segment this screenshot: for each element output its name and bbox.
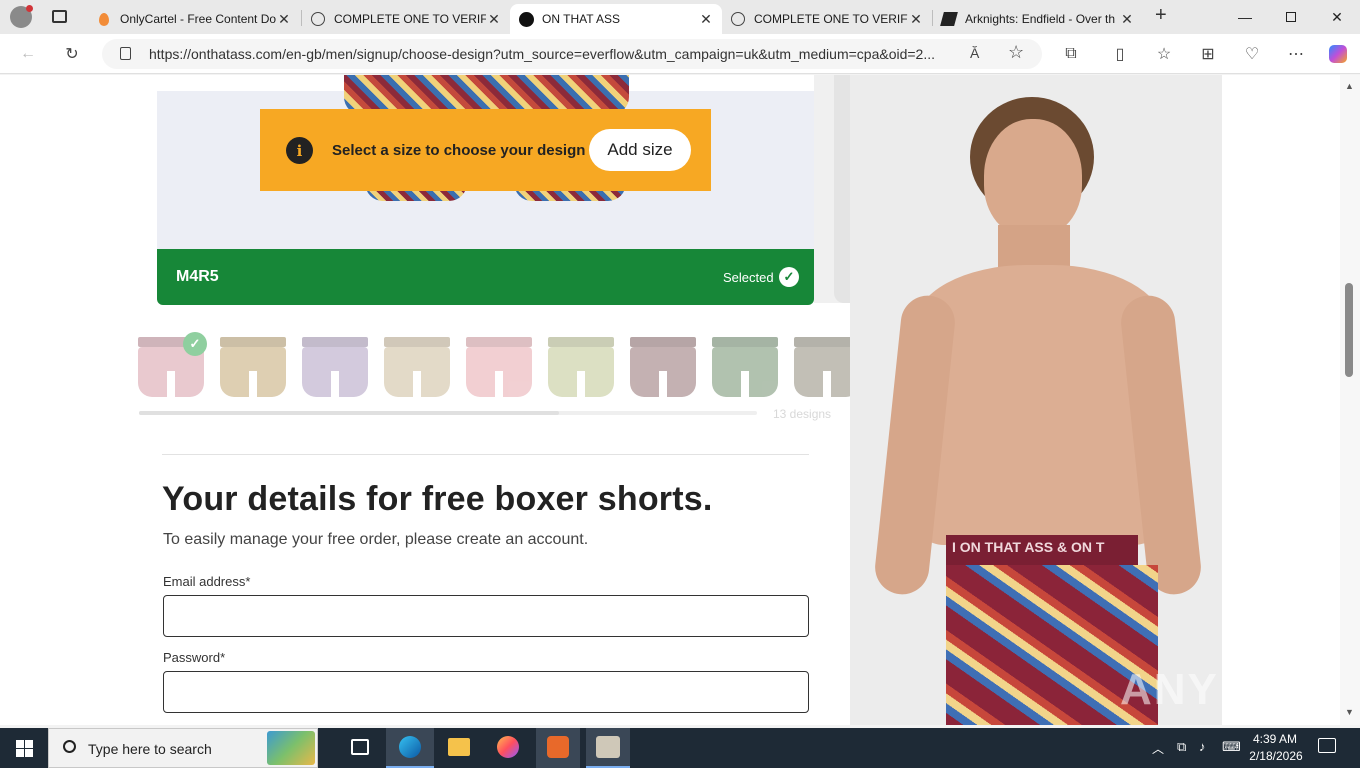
tab-strip: OnlyCartel - Free Content Do ✕ COMPLETE … xyxy=(0,0,1360,34)
file-explorer-icon[interactable] xyxy=(448,738,470,756)
email-label: Email address* xyxy=(163,574,251,589)
search-placeholder: Type here to search xyxy=(88,741,212,757)
section-divider xyxy=(162,454,809,455)
lock-icon[interactable] xyxy=(120,47,131,60)
check-icon: ✓ xyxy=(779,267,799,287)
scroll-thumb[interactable] xyxy=(1345,283,1353,377)
search-icon xyxy=(63,740,76,753)
input-method-icon[interactable]: ⌨ xyxy=(1222,739,1241,755)
volume-icon[interactable]: ♪ xyxy=(1199,739,1206,754)
password-label: Password* xyxy=(163,650,226,665)
firefox-icon[interactable] xyxy=(497,736,519,758)
design-thumbnail[interactable] xyxy=(546,333,616,401)
notifications-icon[interactable] xyxy=(1318,738,1336,753)
page-viewport: i Select a size to choose your design Ad… xyxy=(0,75,1360,725)
tab-arknights[interactable]: Arknights: Endfield - Over th ✕ xyxy=(933,4,1143,34)
design-selected-bar[interactable]: M4R5 Selected ✓ xyxy=(157,249,814,305)
selected-label: Selected xyxy=(723,270,774,285)
more-options-icon[interactable]: ⋯ xyxy=(1282,40,1310,68)
tab-on-that-ass[interactable]: ON THAT ASS ✕ xyxy=(510,4,722,34)
new-tab-icon[interactable]: + xyxy=(1155,4,1167,27)
collections-icon[interactable]: ⊞ xyxy=(1194,40,1222,68)
game-app-icon[interactable] xyxy=(586,728,630,768)
tab-complete-verify-1[interactable]: COMPLETE ONE TO VERIFY ✕ xyxy=(302,4,510,34)
page-scrollbar[interactable]: ▲ ▼ xyxy=(1340,75,1360,725)
form-title: Your details for free boxer shorts. xyxy=(162,480,713,518)
restore-icon[interactable] xyxy=(1268,0,1314,34)
taskbar-search[interactable]: Type here to search xyxy=(48,728,318,768)
browser-essentials-icon[interactable]: ♡ xyxy=(1238,40,1266,68)
waistband: I ON THAT ASS & ON T xyxy=(946,535,1138,565)
close-tab-icon[interactable]: ✕ xyxy=(486,11,502,28)
globe-icon xyxy=(730,11,746,27)
clock-date[interactable]: 2/18/2026 xyxy=(1246,749,1306,763)
windows-start-icon[interactable] xyxy=(16,740,33,757)
browser-toolbar: ← ↻ https://onthatass.com/en-gb/men/sign… xyxy=(0,34,1360,74)
flame-icon xyxy=(96,11,112,27)
thumbnail-scroll-track[interactable] xyxy=(139,411,757,415)
split-screen-icon[interactable]: ▯ xyxy=(1106,40,1134,68)
back-icon[interactable]: ← xyxy=(14,40,42,68)
design-thumbnail[interactable] xyxy=(464,333,534,401)
close-tab-icon[interactable]: ✕ xyxy=(1119,11,1135,28)
address-bar[interactable]: https://onthatass.com/en-gb/men/signup/c… xyxy=(102,39,1042,69)
design-count: 13 designs xyxy=(773,407,832,421)
close-tab-icon[interactable]: ✕ xyxy=(908,11,924,28)
arknights-icon xyxy=(940,11,958,27)
tab-actions-icon[interactable] xyxy=(52,10,67,23)
favorite-star-icon[interactable]: ☆ xyxy=(1008,42,1024,63)
clock-time[interactable]: 4:39 AM xyxy=(1252,732,1298,746)
task-view-icon[interactable] xyxy=(351,739,369,755)
design-thumbnail[interactable] xyxy=(628,333,698,401)
design-thumbnail[interactable] xyxy=(218,333,288,401)
selected-thumbnail-check-icon: ✓ xyxy=(183,332,207,356)
design-thumbnail[interactable] xyxy=(382,333,452,401)
size-notice-banner: i Select a size to choose your design Ad… xyxy=(260,109,711,191)
show-hidden-icons-icon[interactable]: ︿ xyxy=(1152,740,1164,757)
size-notice-text: Select a size to choose your design xyxy=(332,142,586,159)
email-field[interactable] xyxy=(163,595,809,637)
refresh-icon[interactable]: ↻ xyxy=(58,40,86,68)
design-thumbnail[interactable] xyxy=(710,333,780,401)
password-field[interactable] xyxy=(163,671,809,713)
scroll-up-arrow-icon[interactable]: ▲ xyxy=(1345,81,1354,91)
close-window-icon[interactable]: ✕ xyxy=(1314,0,1360,34)
anyrun-watermark: ANY RUN xyxy=(1120,665,1334,714)
info-icon: i xyxy=(286,137,313,164)
site-logo-icon xyxy=(518,11,534,27)
edge-taskbar-icon[interactable] xyxy=(386,728,434,768)
form-subtitle: To easily manage your free order, please… xyxy=(163,531,589,548)
scroll-down-arrow-icon[interactable]: ▼ xyxy=(1345,707,1354,717)
design-code: M4R5 xyxy=(176,268,219,285)
app-orange-icon[interactable] xyxy=(536,728,580,768)
model-image: I ON THAT ASS & ON T xyxy=(850,75,1222,725)
add-size-button[interactable]: Add size xyxy=(589,129,691,171)
windows-taskbar: Type here to search ︿ ⧉ ♪ ⌨ 4:39 AM 2/18… xyxy=(0,728,1360,768)
close-tab-icon[interactable]: ✕ xyxy=(698,11,714,28)
minimize-icon[interactable]: — xyxy=(1222,0,1268,34)
search-highlight-icon xyxy=(267,731,315,765)
design-thumbnail[interactable] xyxy=(300,333,370,401)
globe-icon xyxy=(310,11,326,27)
close-tab-icon[interactable]: ✕ xyxy=(276,11,292,28)
favorites-icon[interactable]: ☆ xyxy=(1150,40,1178,68)
tab-onlycartel[interactable]: OnlyCartel - Free Content Do ✕ xyxy=(88,4,300,34)
tab-complete-verify-2[interactable]: COMPLETE ONE TO VERIFY ✕ xyxy=(722,4,932,34)
copilot-icon[interactable] xyxy=(1324,40,1352,68)
signup-panel: i Select a size to choose your design Ad… xyxy=(122,75,860,725)
url-text[interactable]: https://onthatass.com/en-gb/men/signup/c… xyxy=(149,46,959,62)
read-aloud-icon[interactable]: Ă xyxy=(970,45,979,61)
profile-icon[interactable] xyxy=(10,5,33,28)
extensions-icon[interactable]: ⧉ xyxy=(1057,40,1085,68)
network-icon[interactable]: ⧉ xyxy=(1177,739,1186,755)
